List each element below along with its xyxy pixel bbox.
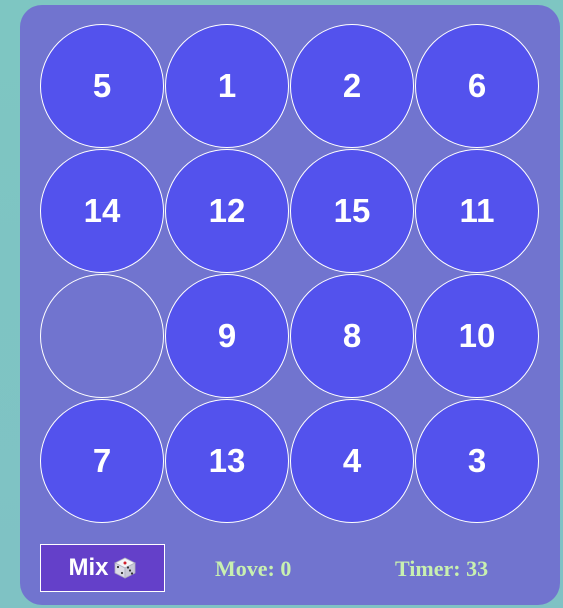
tile[interactable]: 1: [165, 24, 289, 148]
tile[interactable]: 6: [415, 24, 539, 148]
tile[interactable]: 2: [290, 24, 414, 148]
mix-button-label: Mix: [68, 554, 109, 581]
tile[interactable]: 7: [40, 399, 164, 523]
puzzle-board: 5 1 2 6 14 12 15 11 9 8 10 7 13 4 3: [40, 24, 540, 524]
tile[interactable]: 11: [415, 149, 539, 273]
tile[interactable]: 14: [40, 149, 164, 273]
tile[interactable]: 5: [40, 24, 164, 148]
tile[interactable]: 15: [290, 149, 414, 273]
tile[interactable]: 8: [290, 274, 414, 398]
tile[interactable]: 12: [165, 149, 289, 273]
tile[interactable]: 3: [415, 399, 539, 523]
mix-button[interactable]: Mix: [40, 544, 165, 592]
tile[interactable]: 9: [165, 274, 289, 398]
tile[interactable]: 4: [290, 399, 414, 523]
timer-display: Timer: 33: [395, 556, 489, 581]
game-panel: 5 1 2 6 14 12 15 11 9 8 10 7 13 4 3 Mix: [20, 5, 560, 605]
dice-icon: [113, 556, 137, 580]
tile[interactable]: 10: [415, 274, 539, 398]
empty-tile: [40, 274, 164, 398]
game-footer: Mix Move: 0 Timer: 33: [40, 544, 540, 592]
tile[interactable]: 13: [165, 399, 289, 523]
move-counter: Move: 0: [215, 556, 292, 581]
